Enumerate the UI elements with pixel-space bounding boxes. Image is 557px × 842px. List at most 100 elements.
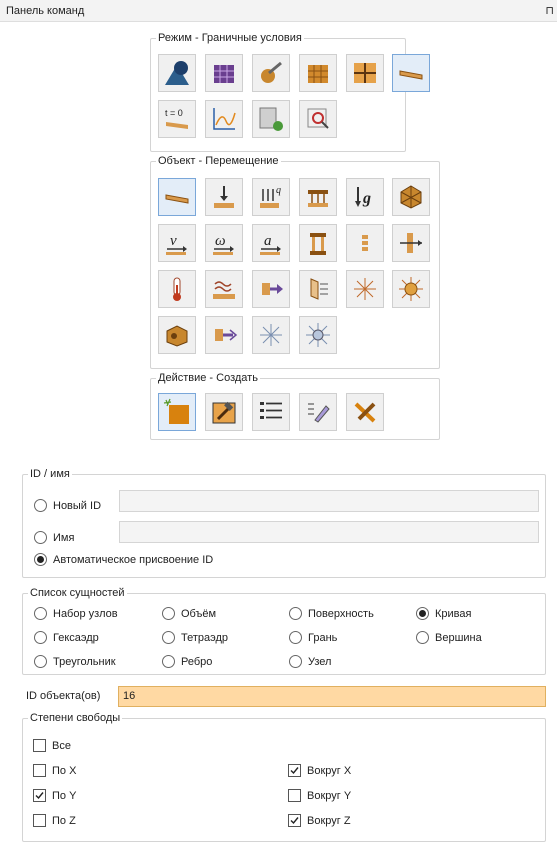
volume-heat-button[interactable] [158,316,196,354]
radiation-surface-button[interactable] [299,270,337,308]
entity-label-vertex: Вершина [435,632,482,644]
edit-button[interactable] [299,393,337,431]
panel-title: Панель команд [6,5,85,17]
constraint-button[interactable] [299,224,337,262]
heat-flux-button[interactable] [252,270,290,308]
new-id-radio[interactable] [34,499,47,512]
analysis-button[interactable] [299,100,337,138]
pin-icon[interactable]: ⊓ [545,4,554,17]
dof-ry-label: Вокруг Y [307,790,352,802]
calculate-button[interactable] [252,100,290,138]
dof-group: Степени свободы [22,712,546,842]
heat-flux-icon [262,283,283,295]
new-id-input[interactable] [119,490,539,512]
entity-radio-vertex[interactable] [416,631,429,644]
name-input[interactable] [119,521,539,543]
dof-ry-checkbox[interactable] [288,789,301,802]
dof-rz-checkbox[interactable] [288,814,301,827]
acceleration-button[interactable]: a [252,224,290,262]
material-mode-button[interactable] [252,54,290,92]
connector-button[interactable] [392,224,430,262]
initial-conditions-icon: t = 0 [165,108,188,129]
dof-y-label: По Y [52,790,77,802]
mode-legend: Режим - Граничные условия [158,32,302,44]
list-button[interactable] [252,393,290,431]
modify-button[interactable] [205,393,243,431]
entity-label-surface: Поверхность [308,608,374,620]
pressure-button[interactable] [299,178,337,216]
flux-icon [215,329,238,341]
panel-titlebar: Панель команд ⊓ [0,0,557,22]
convection-button[interactable] [205,270,243,308]
object-legend: Объект - Перемещение [158,155,279,167]
entity-radio-curve[interactable] [416,607,429,620]
mesh-mode-button[interactable] [205,54,243,92]
flux-button[interactable] [205,316,243,354]
object-ids-input[interactable]: 16 [118,686,546,707]
entity-label-curve: Кривая [435,608,472,620]
id-legend: ID / имя [30,468,70,480]
dof-rx-checkbox[interactable] [288,764,301,777]
entity-radio-edge[interactable] [162,655,175,668]
velocity-button[interactable]: v [158,224,196,262]
force-button[interactable] [205,178,243,216]
radiation-button[interactable] [346,270,384,308]
delete-button[interactable] [346,393,384,431]
check-icon [290,767,299,775]
dof-legend: Степени свободы [30,712,121,724]
heat-source-button[interactable] [392,270,430,308]
graph-icon [213,108,236,130]
dof-x-checkbox[interactable] [33,764,46,777]
geometry-mode-button[interactable] [158,54,196,92]
contact-button[interactable] [346,224,384,262]
rigid-body-button[interactable] [392,178,430,216]
entity-radio-node[interactable] [289,655,302,668]
contact-icon [362,235,368,251]
volume-mode-button[interactable] [299,54,337,92]
mesh-mode-icon [214,65,234,83]
convection-icon [213,281,235,299]
name-radio[interactable] [34,531,47,544]
svg-text:t = 0: t = 0 [165,108,183,118]
entity-radio-hex[interactable] [34,631,47,644]
entity-radio-volume[interactable] [162,607,175,620]
entity-label-edge: Ребро [181,656,213,668]
svg-text:a: a [264,233,272,249]
auto-id-radio[interactable] [34,553,47,566]
gravity-button[interactable]: g [346,178,384,216]
grid-mode-button[interactable] [346,54,384,92]
entity-radio-tet[interactable] [162,631,175,644]
grid-mode-icon [354,63,376,83]
initial-conditions-button[interactable]: t = 0 [158,100,196,138]
entity-label-volume: Объём [181,608,217,620]
create-button[interactable] [158,393,196,431]
boundary-conditions-button[interactable] [392,54,430,92]
dof-all-checkbox[interactable] [33,739,46,752]
graph-button[interactable] [205,100,243,138]
check-icon [290,817,299,825]
dof-y-checkbox[interactable] [33,789,46,802]
entity-radio-face[interactable] [289,631,302,644]
acceleration-icon: a [260,233,281,255]
dof-all-label: Все [52,740,71,752]
volume-mode-icon [308,65,328,83]
delete-icon [354,402,376,423]
calculate-icon [259,107,283,131]
emission-button[interactable] [252,316,290,354]
entity-radio-surface[interactable] [289,607,302,620]
distributed-load-icon: q [260,185,281,208]
displacement-button[interactable] [158,178,196,216]
angular-velocity-icon: ω [213,233,234,255]
angular-velocity-button[interactable]: ω [205,224,243,262]
entity-radio-nodeset[interactable] [34,607,47,620]
distributed-load-button[interactable]: q [252,178,290,216]
object-ids-label: ID объекта(ов) [26,690,101,702]
point-source-button[interactable] [299,316,337,354]
dof-rx-label: Вокруг X [307,765,352,777]
action-legend: Действие - Создать [158,372,258,384]
command-panel: Панель команд ⊓ Режим - Граничные услови… [0,0,557,842]
entity-list-legend: Список сущностей [30,587,125,599]
entity-radio-tri[interactable] [34,655,47,668]
temperature-button[interactable] [158,270,196,308]
dof-z-checkbox[interactable] [33,814,46,827]
